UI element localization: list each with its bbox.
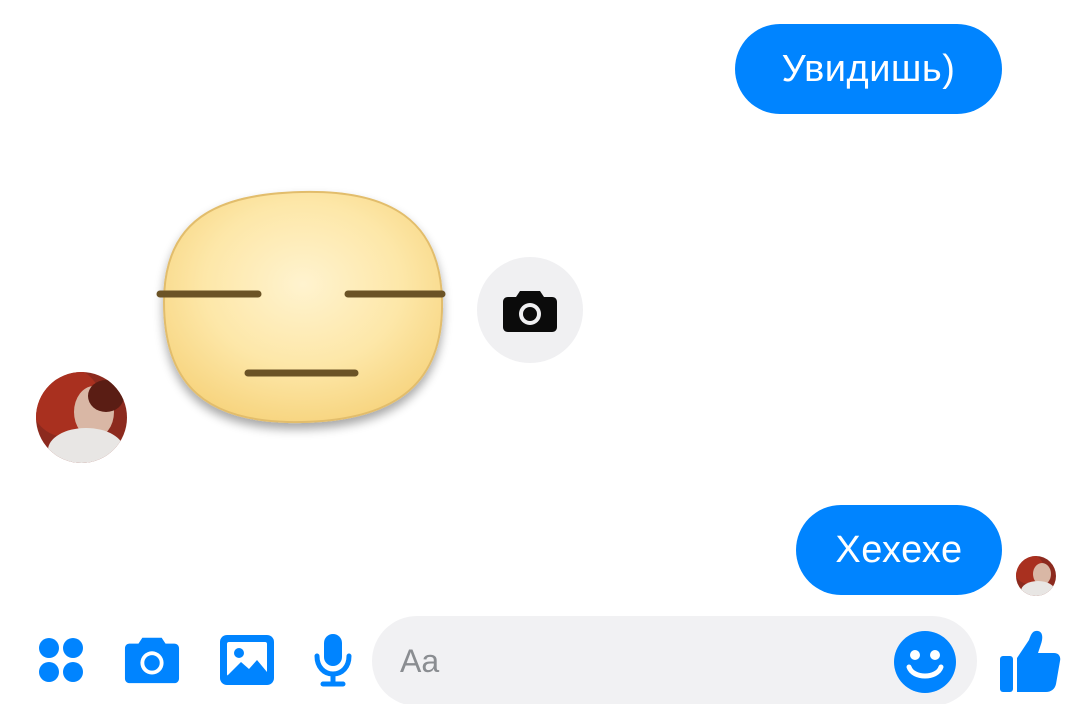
thumbs-up-icon (1000, 630, 1061, 692)
message-text: Хехехе (835, 528, 963, 571)
read-receipt-avatar (1016, 556, 1056, 596)
emoji-button[interactable] (893, 630, 957, 694)
gallery-button[interactable] (219, 632, 275, 688)
message-text: Увидишь) (781, 47, 956, 90)
microphone-button[interactable] (305, 632, 361, 688)
outgoing-message-bubble[interactable]: Хехехе (796, 505, 1002, 595)
message-input[interactable] (400, 616, 880, 704)
save-sticker-camera-button[interactable] (477, 257, 583, 363)
gallery-icon (220, 635, 274, 685)
camera-button[interactable] (124, 632, 180, 688)
outgoing-message-bubble[interactable]: Увидишь) (735, 24, 1002, 114)
contact-avatar[interactable] (36, 372, 127, 463)
emoji-icon (894, 631, 956, 693)
camera-icon (503, 291, 557, 332)
more-actions-button[interactable] (33, 632, 89, 688)
microphone-icon (314, 634, 352, 687)
chat-screen: Увидишь) Хехехе Aa (0, 0, 1080, 704)
camera-icon (124, 637, 180, 684)
message-input-container (372, 616, 977, 704)
like-button[interactable] (998, 628, 1062, 694)
expressionless-face-sticker[interactable] (150, 180, 455, 445)
more-actions-icon (39, 638, 83, 682)
message-composer (0, 610, 1080, 704)
